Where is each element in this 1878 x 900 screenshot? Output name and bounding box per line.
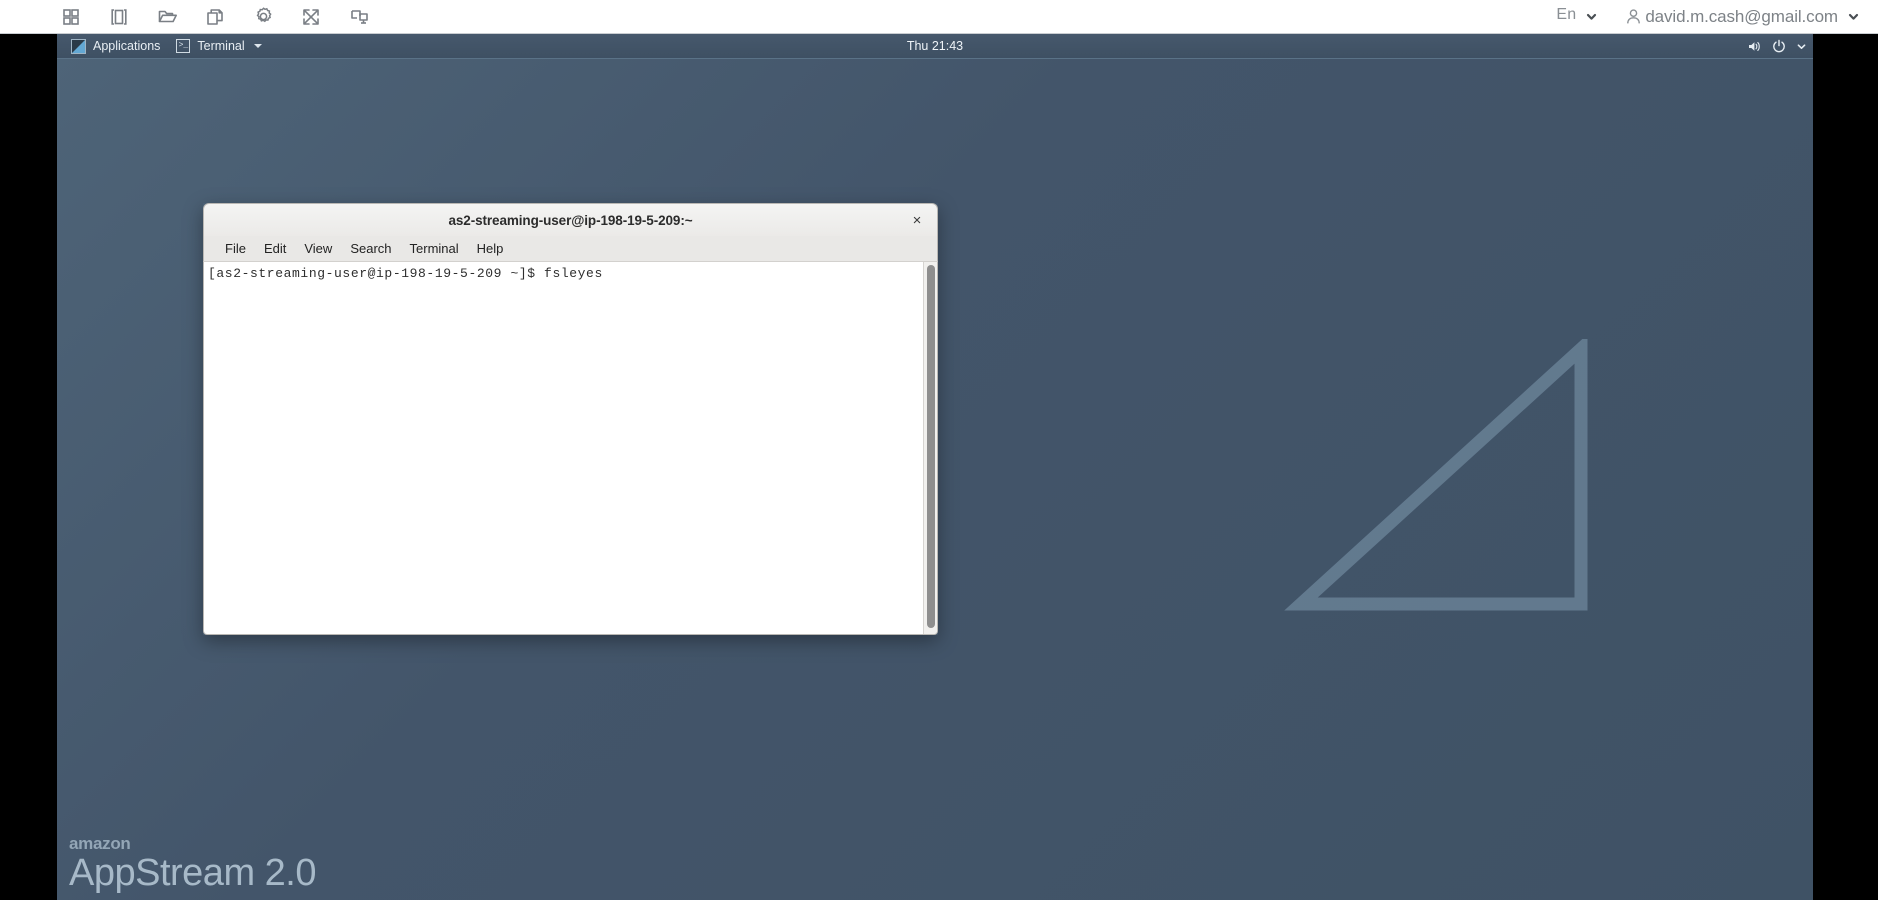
- appstream-toolbar-account: En david.m.cash@gmail.com: [1556, 0, 1860, 33]
- close-icon[interactable]: ×: [907, 210, 927, 230]
- menu-view[interactable]: View: [295, 239, 341, 258]
- gear-icon[interactable]: [252, 6, 274, 28]
- appstream-session-screen: En david.m.cash@gmail.com Applications >…: [0, 0, 1878, 900]
- applications-label: Applications: [93, 39, 161, 53]
- copy-pages-icon[interactable]: [204, 6, 226, 28]
- terminal-menubar: File Edit View Search Terminal Help: [203, 236, 938, 262]
- terminal-titlebar[interactable]: as2-streaming-user@ip-198-19-5-209:~ ×: [203, 203, 938, 236]
- remote-desktop[interactable]: Applications >_ Terminal Thu 21:43 as2-s…: [57, 34, 1813, 900]
- watermark-brand: amazon: [69, 834, 131, 853]
- menu-edit[interactable]: Edit: [255, 239, 295, 258]
- terminal-title: as2-streaming-user@ip-198-19-5-209:~: [448, 212, 693, 228]
- terminal-task-label: Terminal: [197, 39, 245, 53]
- appstream-toolbar-icons: [60, 0, 370, 33]
- chevron-down-icon[interactable]: [1584, 10, 1598, 24]
- scrollbar-thumb[interactable]: [927, 265, 935, 628]
- terminal-window[interactable]: as2-streaming-user@ip-198-19-5-209:~ × F…: [203, 203, 938, 635]
- taskbar-item-terminal[interactable]: >_ Terminal: [168, 34, 269, 59]
- menu-help[interactable]: Help: [468, 239, 513, 258]
- user-avatar-icon: [1624, 7, 1643, 26]
- language-label: En: [1556, 7, 1577, 23]
- grid-apps-icon[interactable]: [60, 6, 82, 28]
- appstream-watermark: amazon AppStream 2.0: [69, 835, 316, 892]
- multi-monitor-icon[interactable]: [348, 6, 370, 28]
- chevron-down-icon[interactable]: [1796, 41, 1807, 52]
- chevron-down-icon: [253, 44, 262, 48]
- appstream-toolbar: En david.m.cash@gmail.com: [0, 0, 1878, 34]
- menu-search[interactable]: Search: [341, 239, 400, 258]
- terminal-output: [as2-streaming-user@ip-198-19-5-209 ~]$ …: [208, 266, 603, 281]
- power-icon[interactable]: [1772, 39, 1786, 53]
- user-email-label: david.m.cash@gmail.com: [1645, 6, 1838, 26]
- applications-menu-button[interactable]: Applications: [63, 34, 168, 59]
- panel-system-tray: [1747, 39, 1807, 54]
- xfce-logo-icon: [71, 38, 86, 54]
- chevron-down-icon[interactable]: [1846, 10, 1860, 24]
- watermark-product: AppStream 2.0: [69, 852, 316, 894]
- fullscreen-expand-icon[interactable]: [300, 6, 322, 28]
- terminal-body[interactable]: [as2-streaming-user@ip-198-19-5-209 ~]$ …: [203, 262, 938, 635]
- menu-terminal[interactable]: Terminal: [401, 239, 468, 258]
- account-menu[interactable]: david.m.cash@gmail.com: [1624, 7, 1860, 27]
- terminal-scrollbar[interactable]: [923, 262, 937, 634]
- terminal-icon: >_: [176, 39, 191, 53]
- menu-file[interactable]: File: [216, 239, 255, 258]
- volume-icon[interactable]: [1747, 39, 1762, 54]
- folder-open-icon[interactable]: [156, 6, 178, 28]
- panel-clock: Thu 21:43: [906, 39, 964, 53]
- xfce-panel: Applications >_ Terminal Thu 21:43: [57, 34, 1813, 59]
- window-panel-icon[interactable]: [108, 6, 130, 28]
